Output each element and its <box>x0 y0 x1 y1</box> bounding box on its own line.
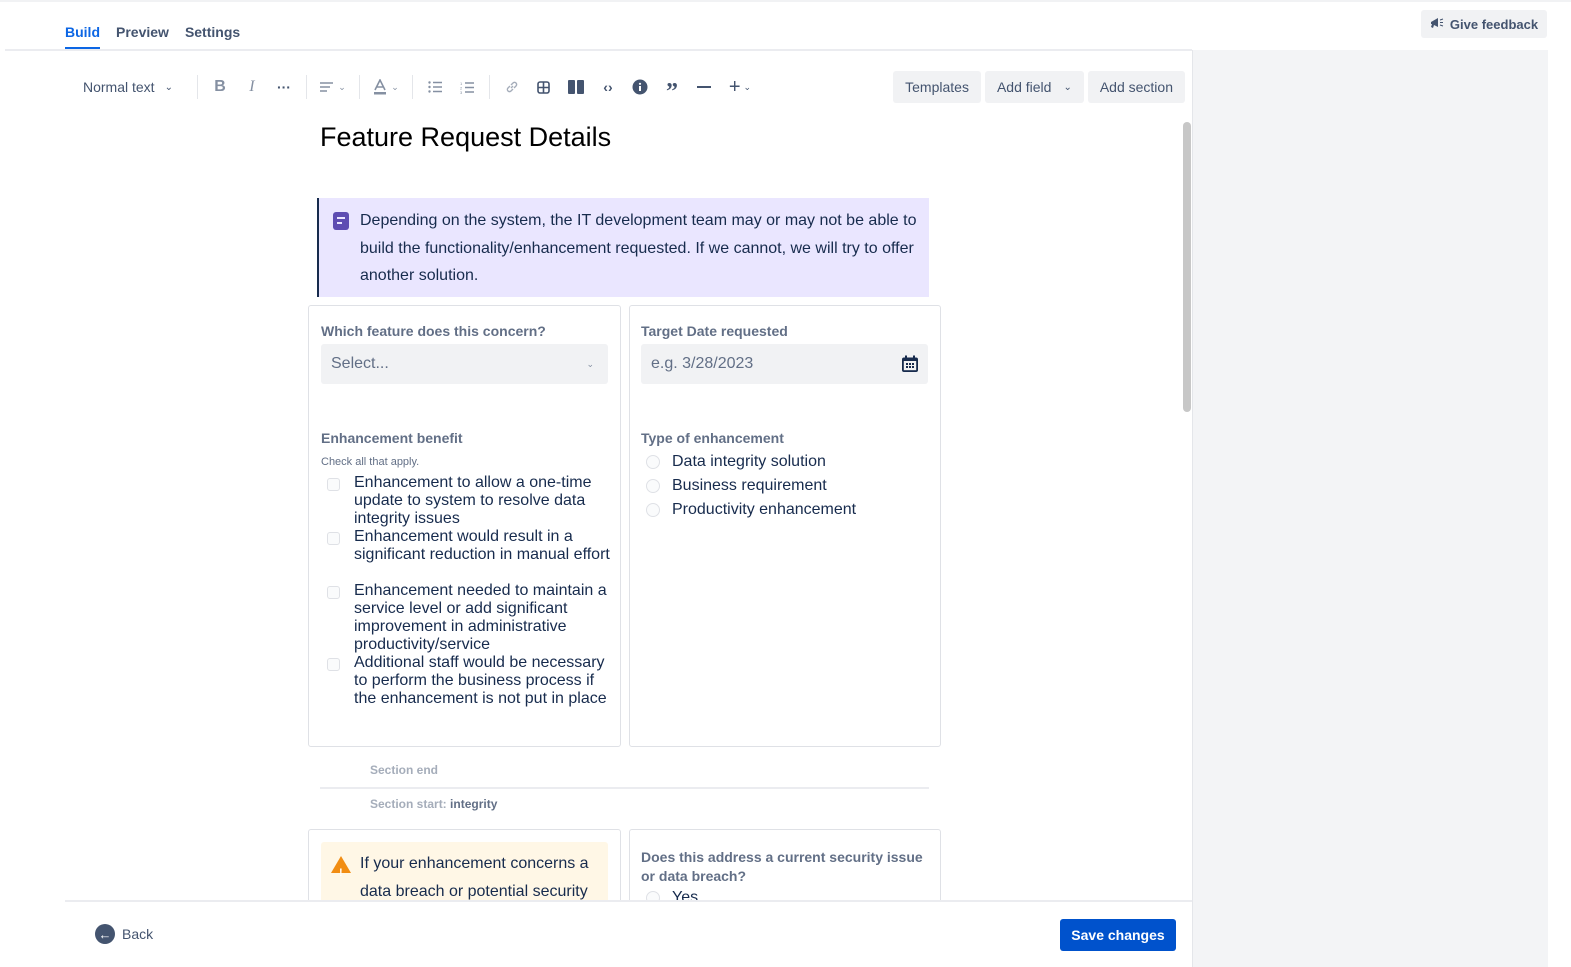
benefit-option-label: Enhancement would result in a significan… <box>354 528 610 563</box>
page-title[interactable]: Feature Request Details <box>320 122 611 153</box>
align-icon[interactable]: ⌄ <box>313 71 353 103</box>
checkbox[interactable] <box>327 478 340 491</box>
tab-build[interactable]: Build <box>65 14 100 50</box>
benefit-option-label: Enhancement to allow a one-time update t… <box>354 474 592 527</box>
security-field-label: Does this address a current security iss… <box>641 849 923 884</box>
toolbar-separator <box>358 75 360 99</box>
give-feedback-button[interactable]: Give feedback <box>1421 10 1547 38</box>
quote-icon[interactable]: ” <box>656 71 688 105</box>
warning-icon <box>331 856 351 887</box>
note-panel[interactable]: Depending on the system, the IT developm… <box>317 198 929 297</box>
type-option-label: Data integrity solution <box>672 453 826 470</box>
feature-field-label: Which feature does this concern? <box>321 323 546 339</box>
section-start-marker[interactable]: Section start: integrity <box>370 797 497 811</box>
type-option-label: Business requirement <box>672 477 827 494</box>
tab-preview[interactable]: Preview <box>116 14 169 50</box>
toolbar-separator <box>196 75 198 99</box>
type-field-label: Type of enhancement <box>641 430 784 446</box>
add-field-button[interactable]: Add field ⌄ <box>984 71 1084 103</box>
note-panel-text: Depending on the system, the IT developm… <box>360 212 917 284</box>
calendar-icon[interactable] <box>901 355 919 378</box>
chevron-down-icon: ⌄ <box>1063 81 1072 93</box>
date-input-placeholder: e.g. 3/28/2023 <box>651 355 754 372</box>
insert-icon[interactable]: + ⌄ <box>720 71 760 103</box>
editor-toolbar: Normal text ⌄ B I ··· ⌄ ⌄ 123 ‹› ” + ⌄ Te… <box>65 70 1185 105</box>
feature-select[interactable]: Select... ⌄ <box>321 344 608 384</box>
footer-bar: ← Back Save changes <box>65 900 1192 967</box>
info-icon[interactable] <box>624 71 656 103</box>
date-input[interactable]: e.g. 3/28/2023 <box>641 344 928 384</box>
side-panel <box>1192 50 1548 967</box>
benefit-field-label: Enhancement benefit <box>321 430 463 446</box>
editor-scrollbar[interactable] <box>1183 122 1191 412</box>
checkbox[interactable] <box>327 532 340 545</box>
benefit-option[interactable]: Enhancement would result in a significan… <box>327 528 612 564</box>
checkbox[interactable] <box>327 586 340 599</box>
type-option[interactable]: Productivity enhancement <box>646 501 856 519</box>
benefit-option[interactable]: Additional staff would be necessary to p… <box>327 654 612 708</box>
layout-icon[interactable] <box>560 71 592 103</box>
save-changes-button[interactable]: Save changes <box>1060 919 1176 951</box>
text-style-label: Normal text <box>83 79 155 95</box>
megaphone-icon <box>1430 17 1444 32</box>
radio-button[interactable] <box>646 479 660 493</box>
chevron-down-icon: ⌄ <box>164 81 173 93</box>
toolbar-separator <box>305 75 307 99</box>
feature-select-placeholder: Select... <box>331 355 389 372</box>
benefit-option-label: Additional staff would be necessary to p… <box>354 654 607 707</box>
code-icon[interactable]: ‹› <box>592 71 624 103</box>
type-option[interactable]: Data integrity solution <box>646 453 826 471</box>
numbered-list-icon[interactable]: 123 <box>451 71 483 103</box>
divider-icon[interactable] <box>688 71 720 103</box>
type-option[interactable]: Business requirement <box>646 477 827 495</box>
radio-button[interactable] <box>646 455 660 469</box>
date-field-label: Target Date requested <box>641 323 788 339</box>
more-icon[interactable]: ··· <box>268 71 300 103</box>
warning-panel-text: If your enhancement concerns a data brea… <box>360 855 589 900</box>
table-icon[interactable] <box>528 71 560 103</box>
chevron-down-icon: ⌄ <box>586 358 594 369</box>
give-feedback-label: Give feedback <box>1449 16 1539 32</box>
tab-divider <box>5 49 1192 51</box>
top-border <box>0 0 1571 2</box>
arrow-left-icon: ← <box>95 924 115 944</box>
templates-button[interactable]: Templates <box>893 71 981 103</box>
benefit-field-hint: Check all that apply. <box>321 456 420 468</box>
text-style-dropdown[interactable]: Normal text ⌄ <box>65 71 191 103</box>
svg-text:3: 3 <box>460 90 463 94</box>
section-end-marker: Section end <box>370 763 439 777</box>
radio-button[interactable] <box>646 503 660 517</box>
checkbox[interactable] <box>327 658 340 671</box>
toolbar-separator <box>411 75 413 99</box>
back-button[interactable]: ← Back <box>95 924 153 944</box>
link-icon[interactable] <box>496 71 528 103</box>
note-icon <box>333 212 349 230</box>
add-section-button[interactable]: Add section <box>1087 71 1185 103</box>
toolbar-separator <box>488 75 490 99</box>
section-start-name: integrity <box>450 797 498 811</box>
benefit-option[interactable]: Enhancement to allow a one-time update t… <box>327 474 612 528</box>
bullet-list-icon[interactable] <box>419 71 451 103</box>
toolbar-actions: Templates Add field ⌄ Add section <box>893 71 1185 103</box>
benefit-option-label: Enhancement needed to maintain a service… <box>354 582 607 653</box>
section-start-label: Section start: <box>370 797 447 811</box>
section-divider <box>320 787 929 789</box>
text-color-icon[interactable]: ⌄ <box>366 71 406 103</box>
tab-settings[interactable]: Settings <box>185 14 240 50</box>
type-option-label: Productivity enhancement <box>672 501 857 518</box>
benefit-option[interactable]: Enhancement needed to maintain a service… <box>327 582 612 654</box>
tab-bar: Build Preview Settings <box>65 14 240 50</box>
bold-icon[interactable]: B <box>204 71 236 103</box>
add-field-label: Add field <box>996 79 1052 95</box>
italic-icon[interactable]: I <box>236 71 268 103</box>
back-label: Back <box>122 926 154 942</box>
